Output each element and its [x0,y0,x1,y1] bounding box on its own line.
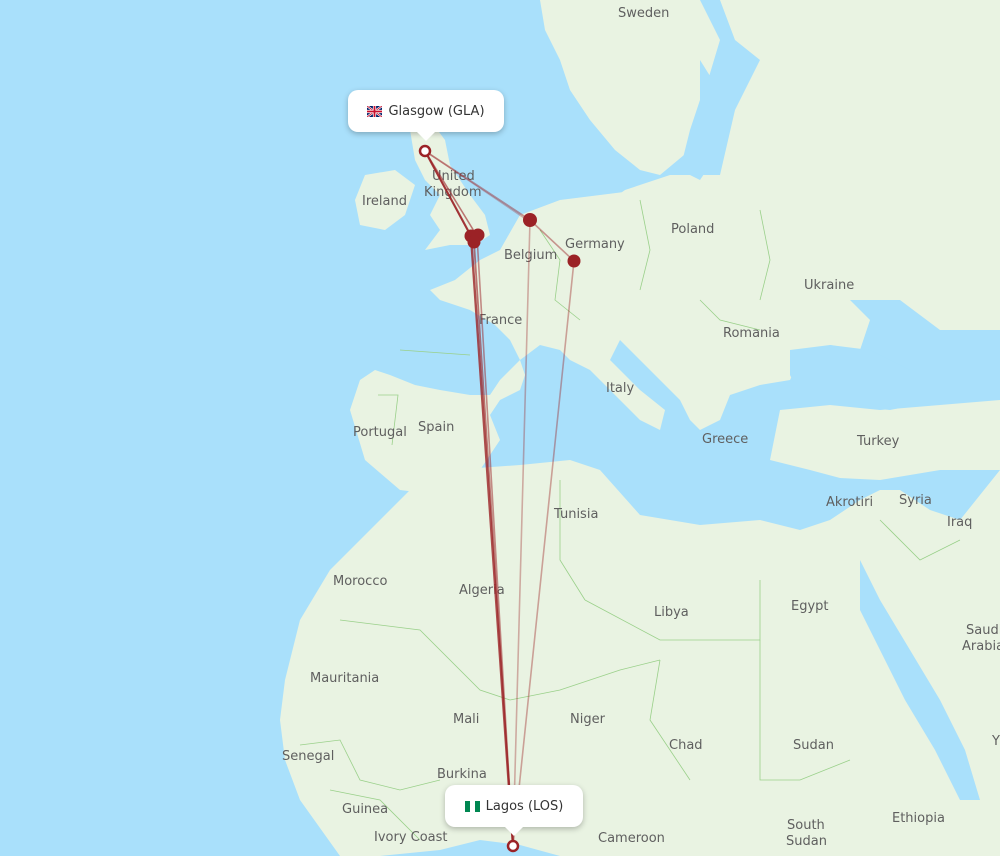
label-south: South [787,818,825,833]
label-libya: Libya [654,605,689,620]
stopover-marker-amsterdam[interactable] [523,213,537,227]
label-spain: Spain [418,420,454,435]
label-cameroon: Cameroon [598,831,665,846]
label-ireland: Ireland [362,194,407,209]
label-burkina: Burkina [437,767,487,782]
label-turkey: Turkey [856,434,900,449]
label-mauritania: Mauritania [310,671,379,686]
label-yemen: Y [991,734,1000,749]
label-poland: Poland [671,222,714,237]
label-france: France [479,313,522,328]
label-niger: Niger [570,712,606,727]
label-egypt: Egypt [791,599,829,614]
origin-airport-label: Glasgow (GLA) [388,103,485,119]
uk-flag-icon [366,104,384,118]
nigeria-flag-icon [464,800,480,812]
label-chad: Chad [669,738,703,753]
label-senegal: Senegal [282,749,334,764]
label-romania: Romania [723,326,780,341]
origin-popup[interactable]: Glasgow (GLA) [348,90,504,141]
destination-airport-label: Lagos (LOS) [485,798,564,814]
label-arabia: Arabia [962,639,1000,654]
label-south-sudan: Sudan [786,834,827,849]
label-portugal: Portugal [353,425,407,440]
label-iraq: Iraq [947,515,972,530]
label-saudi: Saudi [966,623,1000,638]
label-morocco: Morocco [333,574,387,589]
stopover-marker-london-3[interactable] [467,235,481,249]
label-belgium: Belgium [504,248,557,263]
label-tunisia: Tunisia [553,507,598,522]
label-akrotiri: Akrotiri [826,495,873,510]
label-ukraine: Ukraine [804,278,854,293]
label-syria: Syria [899,493,932,508]
origin-marker-gla[interactable] [418,144,432,158]
stopover-marker-frankfurt[interactable] [567,254,581,268]
label-ivory-coast: Ivory Coast [374,830,448,845]
label-guinea: Guinea [342,802,388,817]
label-mali: Mali [453,712,479,727]
label-sweden: Sweden [618,6,669,21]
destination-popup[interactable]: Lagos (LOS) [445,785,583,836]
label-greece: Greece [702,432,748,447]
label-germany: Germany [565,237,625,252]
destination-marker-los[interactable] [506,839,520,853]
label-ethiopia: Ethiopia [892,811,945,826]
label-sudan: Sudan [793,738,834,753]
label-italy: Italy [606,381,635,396]
